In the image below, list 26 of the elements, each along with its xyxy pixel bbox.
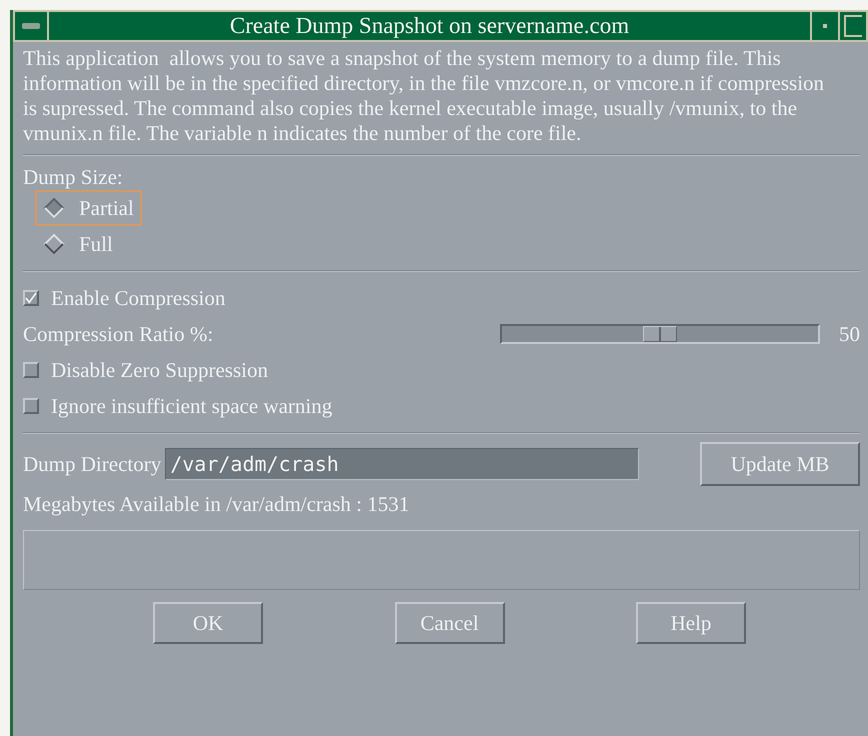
update-mb-button[interactable]: Update MB [700, 442, 860, 486]
radio-button[interactable] [43, 197, 65, 219]
radio-option[interactable]: Partial [35, 190, 142, 226]
dump-directory-field[interactable]: /var/adm/crash [165, 448, 640, 480]
dialog-button[interactable]: OK [153, 602, 263, 644]
dump-size-label: Dump Size: [23, 164, 124, 190]
checkbox[interactable] [23, 290, 39, 306]
window-menu-icon[interactable] [22, 23, 40, 29]
slider-value: 50 [838, 322, 860, 346]
checkbox-option[interactable]: Enable Compression [23, 280, 860, 316]
dialog-button[interactable]: Help [636, 602, 746, 644]
slider-thumb[interactable] [643, 326, 677, 342]
maximize-icon[interactable] [844, 15, 862, 37]
radio-option[interactable]: Full [35, 226, 121, 262]
window-title: Create Dump Snapshot on servername.com [228, 12, 630, 40]
dump-directory-label: Dump Directory [23, 451, 162, 477]
description-text: This application allows you to save a snapshot of the system memory to a dump file. This information will be in the specified directory, in the file vmzcore.n, or vmcore.n if compression is supressed. The command also copies the kernel executable image, usually /vmunix, to the vmunix.n file. The variable n indicates the number of the core file. [23, 46, 826, 146]
checkbox-option[interactable]: Ignore insufficient space warning [23, 388, 860, 424]
slider-track[interactable] [500, 324, 820, 344]
dialog-button[interactable]: Cancel [394, 602, 504, 644]
check-icon [25, 291, 37, 305]
checkbox[interactable] [23, 398, 39, 414]
checkbox[interactable] [23, 362, 39, 378]
megabytes-available-text: Megabytes Available in /var/adm/crash : 1531 [23, 491, 410, 517]
checkbox-option[interactable]: Disable Zero Suppression [23, 352, 860, 388]
compression-ratio-label: Compression Ratio %: [23, 321, 214, 347]
